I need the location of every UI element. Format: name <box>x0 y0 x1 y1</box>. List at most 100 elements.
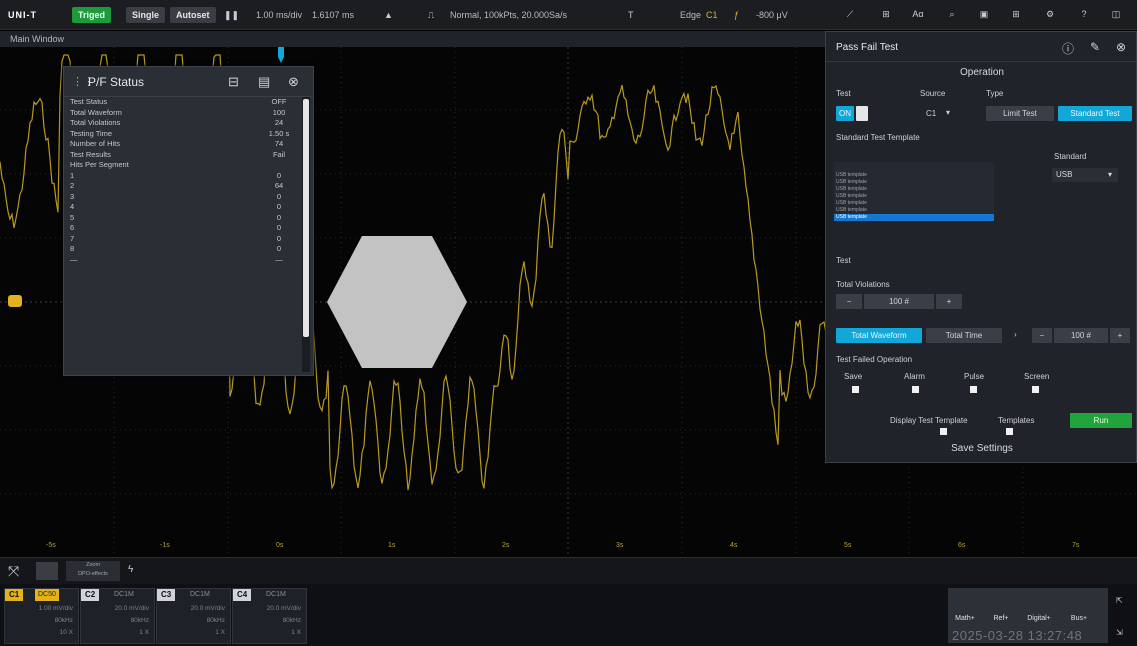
close-icon[interactable]: ⊗ <box>1116 40 1126 54</box>
standard-test-button[interactable]: Standard Test <box>1058 106 1132 121</box>
screen-checkbox[interactable] <box>1032 386 1039 393</box>
save-checkbox[interactable] <box>852 386 859 393</box>
cursor-icon[interactable]: ⊞ <box>876 6 896 22</box>
test-on-toggle[interactable]: ON <box>836 106 854 121</box>
bolt-icon[interactable]: ϟ <box>128 564 133 575</box>
channel-setting: 80kHz <box>282 617 301 624</box>
pf-status-row-value: 0 <box>276 212 282 222</box>
bus-button[interactable]: Bus+ <box>1064 611 1094 627</box>
export-icon[interactable]: ⊟ <box>228 74 239 90</box>
channel-coupling: DC1M <box>190 591 210 598</box>
list-icon[interactable]: ▤ <box>258 74 270 90</box>
stop-count-input[interactable]: 100 # <box>1054 328 1108 343</box>
template-list-item[interactable]: USB template <box>834 200 994 207</box>
limit-test-button[interactable]: Limit Test <box>986 106 1054 121</box>
templates-checkbox[interactable] <box>1006 428 1013 435</box>
pf-status-row: Test Results Fail <box>64 150 300 161</box>
pf-status-row: Number of Hits 74 <box>64 139 300 150</box>
template-list-item[interactable]: USB template <box>834 207 994 214</box>
stop-increment-button[interactable]: + <box>1110 328 1130 343</box>
total-waveform-button[interactable]: Total Waveform <box>836 328 922 343</box>
run-stop-icon[interactable]: ❚❚ <box>224 7 239 23</box>
delay-readout[interactable]: 1.6107 ms <box>312 7 354 23</box>
run-button[interactable]: Run <box>1070 413 1132 428</box>
trigger-position-marker <box>278 47 284 63</box>
save-settings-button[interactable]: Save Settings <box>826 443 1137 454</box>
stop-decrement-button[interactable]: − <box>1032 328 1052 343</box>
pass-fail-test-panel[interactable]: Pass Fail Test ⓘ ✎ ⊗ Operation Test ON S… <box>825 31 1137 463</box>
template-list-item[interactable]: USB template <box>834 186 994 193</box>
math-button[interactable]: Math+ <box>950 611 980 627</box>
waveform-measure-icon[interactable]: ⟋ <box>840 6 860 22</box>
source-select[interactable]: C1 <box>926 109 936 118</box>
utility-icon[interactable]: ⚙ <box>1040 6 1060 22</box>
help-icon[interactable]: ? <box>1074 6 1094 22</box>
pf-status-row-value: Fail <box>272 149 286 159</box>
pulse-checkbox[interactable] <box>970 386 977 393</box>
collapse-icon[interactable]: ⇲ <box>1116 628 1123 637</box>
channel-setting: 20.0 mV/div <box>114 605 149 612</box>
trigger-status-badge[interactable]: Triged <box>72 7 112 23</box>
ref-button[interactable]: Ref+ <box>986 611 1016 627</box>
display-template-checkbox[interactable] <box>940 428 947 435</box>
bottom-toolbar: ⤧ Zoom DPO-effects ϟ <box>0 557 1137 584</box>
violations-input[interactable]: 100 # <box>864 294 934 309</box>
close-icon[interactable]: ⊗ <box>288 74 299 90</box>
template-list-item[interactable]: USB template <box>834 172 994 179</box>
expand-icon[interactable]: ⇱ <box>1116 596 1123 605</box>
pf-status-row: 50 <box>64 213 300 224</box>
trigger-channel[interactable]: C1 <box>706 7 718 23</box>
window-icon[interactable]: ◫ <box>1106 6 1126 22</box>
timebase-readout[interactable]: 1.00 ms/div <box>256 7 302 23</box>
pass-fail-title: Pass Fail Test <box>836 42 899 53</box>
hexagon-overlay <box>327 236 467 368</box>
decrement-button[interactable]: − <box>836 294 862 309</box>
trigger-type[interactable]: Edge <box>680 7 701 23</box>
channel-c2-card[interactable]: C2 DC1M 20.0 mV/div 80kHz 1 X <box>80 588 155 644</box>
total-time-button[interactable]: Total Time <box>926 328 1002 343</box>
save-option-label: Save <box>844 372 863 381</box>
scrollbar-thumb[interactable] <box>303 99 309 337</box>
acquisition-readout[interactable]: Normal, 100kPts, 20.000Sa/s <box>450 7 567 23</box>
increment-button[interactable]: + <box>936 294 962 309</box>
pf-status-row-label: 5 <box>70 212 75 222</box>
template-list-item[interactable]: USB template <box>834 193 994 200</box>
chevron-down-icon[interactable]: ▾ <box>946 108 950 117</box>
autoset-button[interactable]: Autoset <box>170 7 216 23</box>
time-tick: 1s <box>388 542 396 549</box>
pf-status-row: Total Violations 24 <box>64 118 300 129</box>
trigger-level[interactable]: -800 μV <box>756 7 788 23</box>
template-list-item[interactable]: USB template <box>834 179 994 186</box>
template-list[interactable]: USB template USB template USB template USB … <box>834 162 994 221</box>
single-button[interactable]: Single <box>126 7 166 23</box>
pin-icon[interactable]: ✎ <box>1090 40 1100 54</box>
marker-icon[interactable]: ▲ <box>384 7 393 23</box>
scrollbar[interactable] <box>302 97 310 372</box>
channel-c4-card[interactable]: C4 DC1M 20.0 mV/div 80kHz 1 X <box>232 588 307 644</box>
channel-c3-card[interactable]: C3 DC1M 20.0 mV/div 80kHz 1 X <box>156 588 231 644</box>
test-section-label: Test <box>836 256 851 265</box>
pf-status-panel[interactable]: ⋮⋮ P/F Status ⊟ ▤ ⊗ Test Status OFF Total … <box>63 66 314 376</box>
channel-bar: C1 DC50 1.00 mV/div 80kHz 10 X C2 DC1M 20.0 mV/… <box>0 584 1137 646</box>
template-list-item[interactable]: USB template <box>834 214 994 221</box>
alarm-checkbox[interactable] <box>912 386 919 393</box>
channel-c1-card[interactable]: C1 DC50 1.00 mV/div 80kHz 10 X <box>4 588 79 644</box>
pf-status-row-label: Total Violations <box>70 118 121 127</box>
display-mode-icon[interactable] <box>36 562 58 580</box>
help-icon[interactable]: ⓘ <box>1062 40 1074 57</box>
auto-measure-icon[interactable]: Aα <box>908 6 928 22</box>
chevron-down-icon: ▾ <box>1107 170 1112 179</box>
save-icon[interactable]: ▣ <box>974 6 994 22</box>
search-icon[interactable]: ⌕ <box>942 6 962 22</box>
layout-icon[interactable]: ⤧ <box>8 563 19 580</box>
channel-coupling: DC1M <box>114 591 134 598</box>
app-grid-icon[interactable]: ⊞ <box>1006 6 1026 22</box>
rising-edge-icon: ƒ <box>734 10 740 20</box>
digital-button[interactable]: Digital+ <box>1024 611 1054 627</box>
pf-status-row: 10 <box>64 171 300 182</box>
zoom-button[interactable]: Zoom DPO-effects <box>66 561 120 581</box>
standard-select[interactable]: USB ▾ <box>1052 168 1118 182</box>
pf-status-header[interactable]: ⋮⋮ P/F Status ⊟ ▤ ⊗ <box>64 67 313 97</box>
test-toggle-knob[interactable] <box>856 106 868 121</box>
trigger-icon[interactable]: T <box>628 7 634 23</box>
